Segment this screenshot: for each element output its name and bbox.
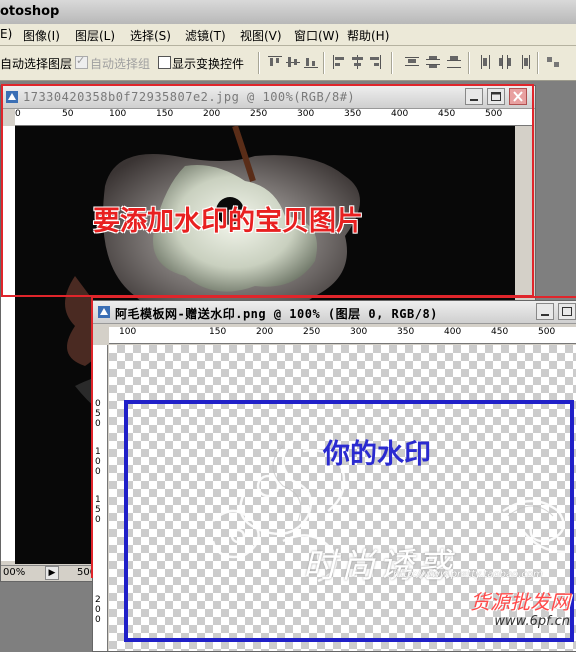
close-button[interactable] bbox=[509, 88, 527, 105]
menu-image[interactable]: 图像(I) bbox=[23, 27, 60, 44]
status-arrow-icon[interactable]: ▶ bbox=[45, 566, 59, 580]
ruler-label: 250 bbox=[250, 109, 268, 119]
vertical-ruler: 0 5 0 1 0 0 1 5 0 2 0 0 bbox=[93, 345, 108, 651]
ruler-label: 300 bbox=[297, 109, 315, 119]
ruler-label: 500 bbox=[485, 109, 503, 119]
auto-select-group-label: 自动选择组 bbox=[90, 57, 151, 71]
auto-select-group-checkbox[interactable]: ✓ bbox=[75, 54, 88, 69]
separator bbox=[258, 52, 260, 74]
minimize-button[interactable] bbox=[536, 303, 554, 320]
ruler-label: 0 bbox=[95, 605, 101, 615]
ruler-label: 350 bbox=[397, 327, 415, 337]
site-watermark-line2: www.6pf.cn bbox=[494, 614, 570, 629]
minimize-button[interactable] bbox=[465, 88, 483, 105]
horizontal-ruler: 100 150 200 250 300 350 400 450 500 bbox=[109, 327, 576, 344]
zoom-level[interactable]: 00% bbox=[3, 567, 25, 578]
align-vcenter-icon[interactable] bbox=[285, 54, 301, 70]
document-title-bar[interactable]: 阿毛模板网-赠送水印.png @ 100% (图层 0, RGB/8) bbox=[93, 301, 576, 324]
distribute-right-icon[interactable] bbox=[516, 54, 532, 70]
auto-select-layer-label[interactable]: 自动选择图层 bbox=[0, 55, 72, 72]
separator bbox=[323, 52, 325, 74]
distribute-top-icon[interactable] bbox=[404, 54, 420, 70]
distribute-bottom-icon[interactable] bbox=[446, 54, 462, 70]
horizontal-ruler: 0 50 100 150 200 250 300 350 400 450 500 bbox=[15, 109, 533, 126]
ruler-label: 5 bbox=[95, 409, 101, 419]
separator bbox=[391, 52, 393, 74]
distribute-vcenter-icon[interactable] bbox=[425, 54, 441, 70]
ruler-label: 450 bbox=[438, 109, 456, 119]
menu-edit[interactable]: E) bbox=[0, 27, 12, 41]
align-hcenter-icon[interactable] bbox=[349, 54, 365, 70]
watermark-url: http://www.pretty.taobao.com bbox=[393, 569, 543, 580]
ruler-label: 0 bbox=[95, 467, 101, 477]
ruler-label: 400 bbox=[391, 109, 409, 119]
ruler-label: 0 bbox=[95, 615, 101, 625]
ruler-label: 100 bbox=[109, 109, 127, 119]
annotation-text: 要添加水印的宝贝图片 bbox=[93, 206, 363, 237]
ruler-label: 150 bbox=[209, 327, 227, 337]
distribute-left-icon[interactable] bbox=[478, 54, 494, 70]
menu-bar: E) 图像(I) 图层(L) 选择(S) 滤镜(T) 视图(V) 窗口(W) 帮… bbox=[0, 24, 576, 46]
ruler-label: 500 bbox=[538, 327, 556, 337]
ruler-label: 5 bbox=[95, 505, 101, 515]
ruler-label: 0 bbox=[95, 515, 101, 525]
vertical-ruler bbox=[1, 126, 16, 561]
maximize-button[interactable] bbox=[558, 303, 576, 320]
ruler-label: 0 bbox=[95, 399, 101, 409]
auto-align-icon[interactable] bbox=[545, 54, 561, 70]
show-transform-checkbox[interactable] bbox=[158, 56, 171, 69]
menu-layer[interactable]: 图层(L) bbox=[75, 27, 115, 44]
site-watermark: 货源批发网 www.6pf.cn bbox=[460, 586, 576, 644]
ruler-label: 450 bbox=[491, 327, 509, 337]
menu-filter[interactable]: 滤镜(T) bbox=[185, 27, 226, 44]
ruler-label: 0 bbox=[15, 109, 21, 119]
document-title-bar[interactable]: 17330420358b0f72935807e2.jpg @ 100%(RGB/… bbox=[1, 86, 535, 109]
separator bbox=[537, 52, 539, 74]
ruler-label: 150 bbox=[156, 109, 174, 119]
align-right-icon[interactable] bbox=[367, 54, 383, 70]
ruler-label: 50 bbox=[62, 109, 74, 119]
separator bbox=[468, 52, 470, 74]
distribute-hcenter-icon[interactable] bbox=[497, 54, 513, 70]
app-title-bar: otoshop bbox=[0, 0, 576, 25]
menu-help[interactable]: 帮助(H) bbox=[347, 27, 389, 44]
maximize-button[interactable] bbox=[487, 88, 505, 105]
photoshop-doc-icon bbox=[98, 306, 110, 318]
ruler-label: 1 bbox=[95, 447, 101, 457]
ruler-label: 400 bbox=[444, 327, 462, 337]
options-bar: 自动选择图层 ✓ 自动选择组 显示变换控件 bbox=[0, 46, 576, 81]
show-transform-label[interactable]: 显示变换控件 bbox=[172, 55, 244, 72]
menu-view[interactable]: 视图(V) bbox=[240, 27, 282, 44]
site-watermark-line1: 货源批发网 bbox=[470, 590, 570, 614]
ruler-label: 200 bbox=[256, 327, 274, 337]
menu-select[interactable]: 选择(S) bbox=[130, 27, 171, 44]
ruler-label: 350 bbox=[344, 109, 362, 119]
align-top-icon[interactable] bbox=[267, 54, 283, 70]
ruler-label: 100 bbox=[119, 327, 137, 337]
status-bar: 00% ▶ 500 bbox=[1, 565, 101, 580]
ruler-label: 2 bbox=[95, 595, 101, 605]
ruler-label: 0 bbox=[95, 457, 101, 467]
document-title: 17330420358b0f72935807e2.jpg @ 100%(RGB/… bbox=[23, 90, 356, 104]
ruler-label: 300 bbox=[350, 327, 368, 337]
app-title: otoshop bbox=[0, 4, 60, 19]
ruler-label: 200 bbox=[203, 109, 221, 119]
align-bottom-icon[interactable] bbox=[303, 54, 319, 70]
watermark-text: 你的水印 bbox=[323, 439, 431, 470]
ruler-label: 0 bbox=[95, 419, 101, 429]
menu-window[interactable]: 窗口(W) bbox=[294, 27, 339, 44]
photoshop-doc-icon bbox=[6, 91, 18, 103]
ruler-label: 250 bbox=[303, 327, 321, 337]
document-title: 阿毛模板网-赠送水印.png @ 100% (图层 0, RGB/8) bbox=[115, 307, 438, 321]
ruler-label: 1 bbox=[95, 495, 101, 505]
align-left-icon[interactable] bbox=[331, 54, 347, 70]
